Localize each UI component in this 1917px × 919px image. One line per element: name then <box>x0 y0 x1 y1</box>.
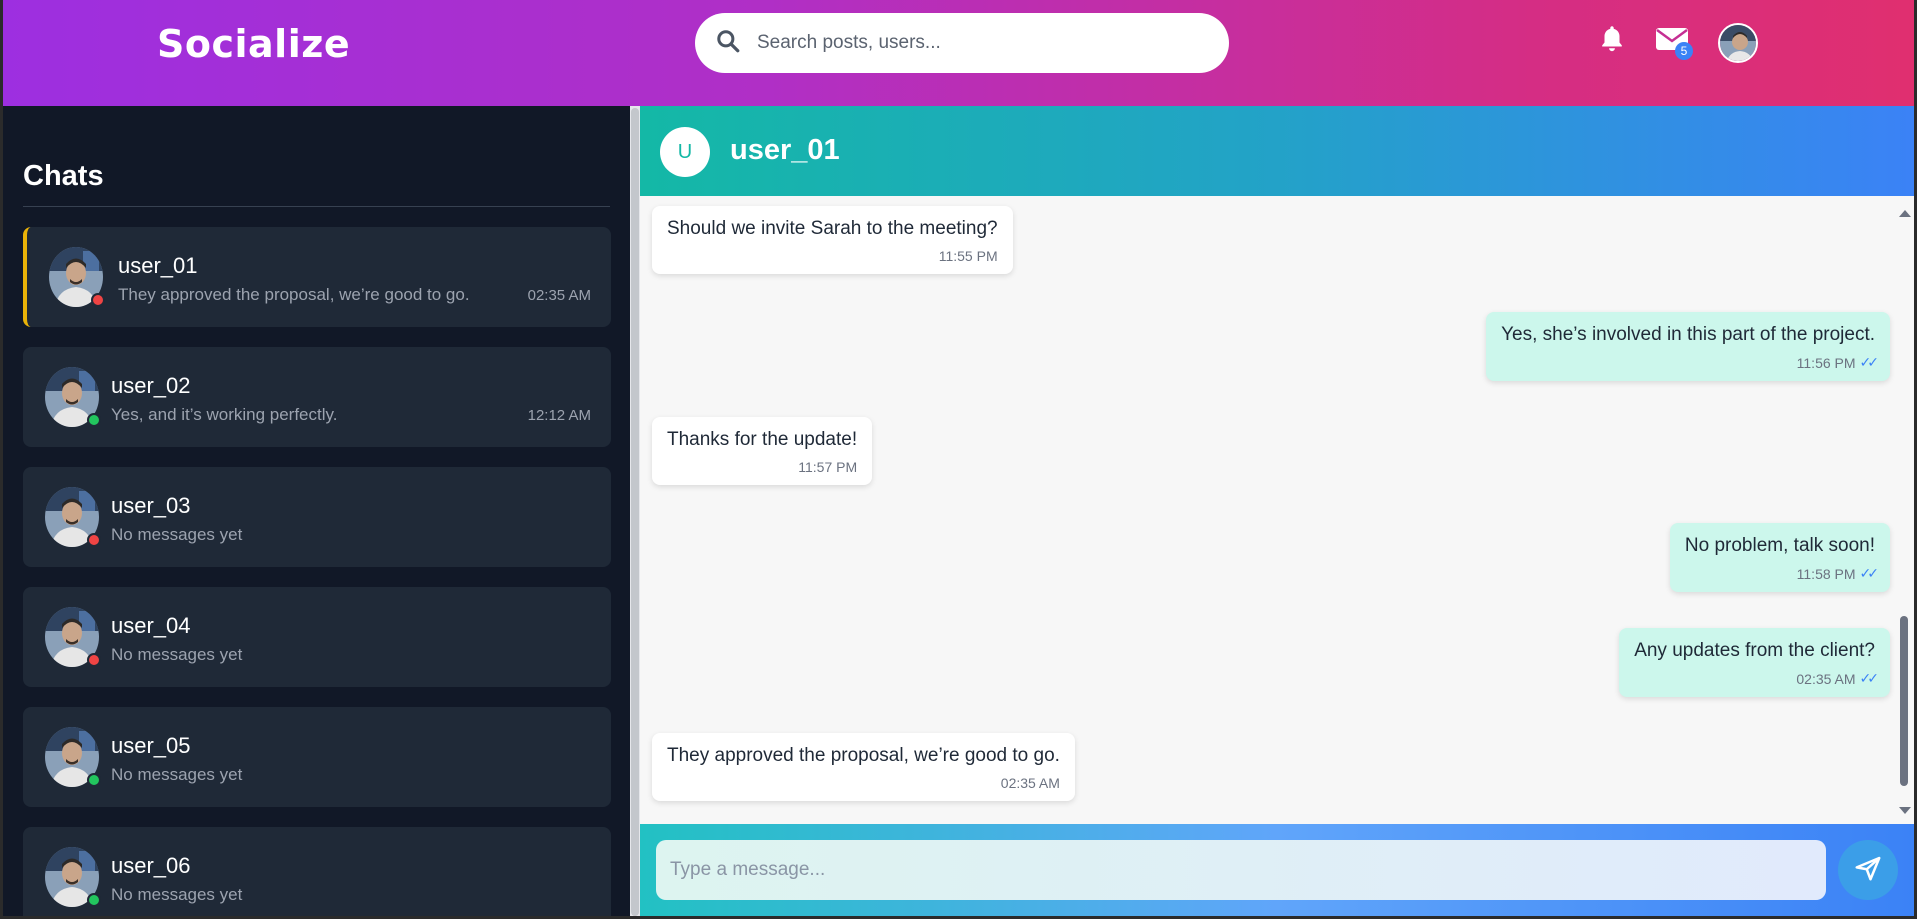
chat-preview: No messages yet <box>111 525 243 544</box>
messages-scrollbar[interactable] <box>1897 196 1911 824</box>
status-indicator <box>87 653 101 667</box>
chat-name: user_03 <box>111 493 191 518</box>
message-text: Any updates from the client? <box>1634 640 1875 661</box>
message-meta: 11:57 PM <box>667 459 857 475</box>
sidebar-title: Chats <box>23 160 104 192</box>
chat-time: 02:35 AM <box>527 287 591 304</box>
message-text: They approved the proposal, we’re good t… <box>667 745 1060 766</box>
conversation-header: U user_01 <box>640 106 1914 196</box>
message-text: Yes, she’s involved in this part of the … <box>1501 324 1875 345</box>
chat-preview: No messages yet <box>111 645 243 664</box>
chat-item-user_04[interactable]: user_04 No messages yet <box>23 587 611 687</box>
messages-button[interactable]: 5 <box>1655 24 1693 60</box>
contact-name: user_01 <box>730 134 840 166</box>
chat-preview: They approved the proposal, we’re good t… <box>118 285 470 304</box>
chat-item-user_02[interactable]: user_02 Yes, and it’s working perfectly. 1… <box>23 347 611 447</box>
message-text: No problem, talk soon! <box>1684 535 1875 556</box>
status-indicator <box>87 773 101 787</box>
chat-name: user_05 <box>111 733 191 758</box>
read-receipt-icon: ✓✓ <box>1859 565 1880 581</box>
message-count-badge: 5 <box>1675 42 1693 60</box>
search-input[interactable] <box>757 32 1197 54</box>
avatar <box>45 367 101 427</box>
status-indicator <box>91 293 105 307</box>
chat-preview: Yes, and it’s working perfectly. <box>111 405 338 424</box>
incoming-message: Should we invite Sarah to the meeting? 11… <box>652 206 1013 274</box>
chat-list: user_01 They approved the proposal, we’re… <box>23 227 611 919</box>
avatar <box>45 487 101 547</box>
avatar <box>49 247 105 307</box>
top-navbar: Socialize 5 <box>0 0 1917 106</box>
search-bar[interactable] <box>695 13 1229 73</box>
bell-icon <box>1598 24 1626 59</box>
message-meta: 11:55 PM <box>667 248 998 264</box>
chat-item-user_05[interactable]: user_05 No messages yet <box>23 707 611 807</box>
search-icon <box>715 28 741 59</box>
status-indicator <box>87 533 101 547</box>
avatar <box>45 607 101 667</box>
message-time: 11:58 PM <box>1796 565 1856 582</box>
message-time: 11:56 PM <box>1796 354 1856 371</box>
chat-preview: No messages yet <box>111 765 243 784</box>
scroll-down-arrow-icon[interactable] <box>1899 807 1911 814</box>
message-input[interactable] <box>656 840 1826 900</box>
message-text: Thanks for the update! <box>667 429 858 450</box>
avatar <box>45 847 101 907</box>
outgoing-message: Yes, she’s involved in this part of the … <box>1486 312 1890 381</box>
chat-item-user_06[interactable]: user_06 No messages yet <box>23 827 611 919</box>
avatar <box>45 727 101 787</box>
message-time: 02:35 AM <box>1000 775 1060 791</box>
message-text: Should we invite Sarah to the meeting? <box>667 218 998 239</box>
incoming-message: They approved the proposal, we’re good t… <box>652 733 1075 801</box>
message-composer <box>640 824 1914 916</box>
outgoing-message: No problem, talk soon! 11:58 PM ✓✓ <box>1669 523 1890 592</box>
scroll-up-arrow-icon[interactable] <box>1899 210 1911 217</box>
read-receipt-icon: ✓✓ <box>1859 670 1880 686</box>
chat-preview: No messages yet <box>111 885 243 904</box>
message-list: Should we invite Sarah to the meeting? 11… <box>640 196 1914 824</box>
notifications-button[interactable] <box>1595 24 1629 58</box>
contact-avatar: U <box>660 127 710 177</box>
chats-sidebar: Chats user_01 They approved the proposal,… <box>3 106 630 919</box>
read-receipt-icon: ✓✓ <box>1859 354 1880 370</box>
outgoing-message: Any updates from the client? 02:35 AM ✓✓ <box>1619 628 1890 697</box>
message-meta: 02:35 AM <box>667 775 1060 791</box>
sidebar-scrollbar[interactable] <box>630 106 640 919</box>
message-meta: 11:58 PM ✓✓ <box>1685 565 1880 582</box>
chat-name: user_04 <box>111 613 191 638</box>
profile-avatar[interactable] <box>1718 23 1758 63</box>
chat-item-user_03[interactable]: user_03 No messages yet <box>23 467 611 567</box>
app-logo[interactable]: Socialize <box>157 22 350 66</box>
scrollbar-thumb[interactable] <box>1900 616 1908 786</box>
chat-time: 12:12 AM <box>527 407 591 424</box>
conversation-panel: U user_01 Should we invite Sarah to the … <box>640 106 1914 919</box>
message-meta: 11:56 PM ✓✓ <box>1501 354 1880 371</box>
chat-name: user_06 <box>111 853 191 878</box>
send-icon <box>1853 853 1883 888</box>
chat-name: user_01 <box>118 253 198 278</box>
chat-item-user_01[interactable]: user_01 They approved the proposal, we’re… <box>23 227 611 327</box>
message-time: 11:55 PM <box>938 248 998 264</box>
status-indicator <box>87 893 101 907</box>
incoming-message: Thanks for the update! 11:57 PM <box>652 417 873 485</box>
message-time: 02:35 AM <box>1796 670 1856 687</box>
message-time: 11:57 PM <box>798 459 858 475</box>
divider <box>23 206 610 207</box>
chat-name: user_02 <box>111 373 191 398</box>
scrollbar-thumb[interactable] <box>631 108 639 916</box>
send-button[interactable] <box>1838 840 1898 900</box>
message-meta: 02:35 AM ✓✓ <box>1634 670 1880 687</box>
status-indicator <box>87 413 101 427</box>
